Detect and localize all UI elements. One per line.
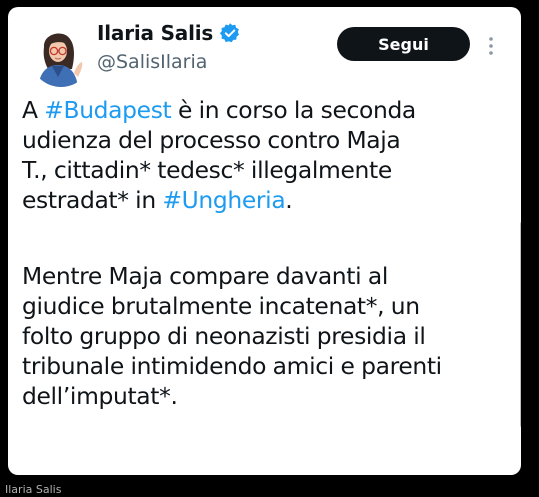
text-segment: A <box>22 96 45 124</box>
text-segment: estradat* in <box>22 186 163 214</box>
verified-badge-icon <box>219 22 241 44</box>
tweet-line: estradat* in #Ungheria. <box>22 185 492 215</box>
scrollbar-thumb[interactable] <box>520 221 521 428</box>
tweet-line: folto gruppo di neonazisti presidia il <box>22 322 426 350</box>
follow-button[interactable]: Segui <box>337 27 470 61</box>
author-name-row: Ilaria Salis <box>97 21 241 45</box>
tweet-line: A #Budapest è in corso la seconda <box>22 95 492 125</box>
screenshot-frame: Ilaria Salis @SalisIlaria Segui A #Budap… <box>0 0 539 497</box>
tweet-line: Mentre Maja compare davanti al <box>22 262 388 290</box>
tweet-text: A #Budapest è in corso la seconda udienz… <box>22 95 492 411</box>
author-handle[interactable]: @SalisIlaria <box>97 51 207 73</box>
tweet-line: udienza del processo contro Maja <box>22 126 401 154</box>
hashtag-link-budapest[interactable]: #Budapest <box>44 96 171 124</box>
tweet-line: tribunale intimidendo amici e parenti <box>22 352 442 380</box>
author-name[interactable]: Ilaria Salis <box>97 21 213 45</box>
image-caption: Ilaria Salis <box>5 483 62 496</box>
tweet-line: dell’imputat*. <box>22 382 178 410</box>
hashtag-link-ungheria[interactable]: #Ungheria <box>162 186 285 214</box>
avatar-illustration <box>30 25 92 87</box>
text-segment: è in corso la seconda <box>171 96 416 124</box>
text-segment: . <box>285 186 293 214</box>
tweet-card: Ilaria Salis @SalisIlaria Segui A #Budap… <box>8 7 521 475</box>
more-vertical-icon[interactable] <box>484 33 498 59</box>
author-avatar[interactable] <box>30 25 92 87</box>
tweet-line: giudice brutalmente incatenat*, un <box>22 292 420 320</box>
tweet-line: T., cittadin* tedesc* illegalmente <box>22 156 392 184</box>
